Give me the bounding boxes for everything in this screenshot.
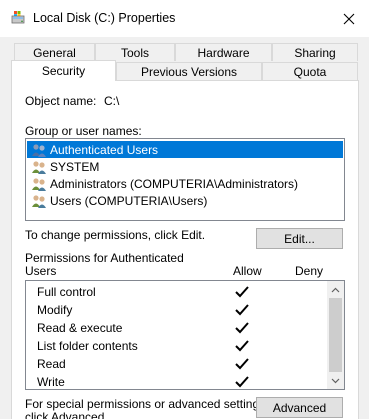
allow-check-icon	[234, 302, 250, 318]
permission-name: Full control	[37, 285, 96, 299]
permissions-list[interactable]: Full control Modify Read & execute List …	[25, 280, 345, 390]
allow-check-icon	[234, 320, 250, 336]
tab-sharing[interactable]: Sharing	[272, 43, 358, 61]
group-names-label: Group or user names:	[25, 124, 142, 138]
permission-row-read-execute: Read & execute	[26, 319, 328, 337]
chevron-down-icon	[331, 378, 340, 383]
allow-column-header: Allow	[233, 264, 262, 278]
list-item-system[interactable]: SYSTEM	[27, 158, 343, 175]
deny-column-header: Deny	[295, 264, 324, 278]
permission-name: Read & execute	[37, 321, 123, 335]
list-item-administrators[interactable]: Administrators (COMPUTERIA\Administrator…	[27, 175, 343, 192]
scroll-down-button[interactable]	[327, 372, 344, 389]
scroll-thumb[interactable]	[329, 298, 342, 372]
permission-name: Write	[37, 375, 65, 389]
special-permissions-line1: For special permissions or advanced sett…	[25, 397, 269, 411]
permissions-title-line1: Permissions for Authenticated	[25, 251, 184, 265]
window-title: Local Disk (C:) Properties	[33, 11, 176, 25]
close-icon	[343, 13, 355, 24]
permission-row-read: Read	[26, 355, 328, 373]
change-permissions-hint: To change permissions, click Edit.	[25, 228, 206, 242]
user-group-icon	[31, 142, 47, 158]
allow-check-icon	[234, 284, 250, 300]
drive-properties-icon	[11, 10, 27, 26]
object-name-label: Object name:	[25, 94, 97, 108]
user-group-icon	[31, 193, 47, 209]
group-user-list[interactable]: Authenticated Users SYSTEM Administrator…	[25, 138, 345, 221]
tab-quota[interactable]: Quota	[262, 62, 358, 80]
advanced-button[interactable]: Advanced	[256, 397, 343, 418]
permission-row-list-folder-contents: List folder contents	[26, 337, 328, 355]
special-permissions-line2: click Advanced.	[25, 410, 108, 419]
tab-general[interactable]: General	[14, 43, 95, 61]
permission-row-modify: Modify	[26, 301, 328, 319]
allow-check-icon	[234, 338, 250, 354]
chevron-up-icon	[331, 287, 340, 292]
list-item-label: Authenticated Users	[50, 142, 159, 157]
tab-tools[interactable]: Tools	[95, 43, 175, 61]
allow-check-icon	[234, 356, 250, 372]
scroll-up-button[interactable]	[327, 281, 344, 298]
tab-previous-versions[interactable]: Previous Versions	[116, 62, 262, 80]
list-item-authenticated-users[interactable]: Authenticated Users	[27, 141, 343, 158]
close-button[interactable]	[329, 0, 369, 37]
list-item-users[interactable]: Users (COMPUTERIA\Users)	[27, 192, 343, 209]
permission-name: Read	[37, 357, 66, 371]
tab-security[interactable]: Security	[11, 60, 116, 81]
security-panel: Object name: C:\ Group or user names: Au…	[11, 80, 359, 419]
user-group-icon	[31, 159, 47, 175]
permissions-scrollbar[interactable]	[327, 281, 344, 389]
permission-row-write: Write	[26, 373, 328, 389]
permission-row-full-control: Full control	[26, 283, 328, 301]
tab-hardware[interactable]: Hardware	[175, 43, 272, 61]
allow-check-icon	[234, 374, 250, 389]
permission-name: Modify	[37, 303, 73, 317]
list-item-label: SYSTEM	[50, 159, 100, 174]
object-name-value: C:\	[104, 94, 120, 108]
permissions-title-line2: Users	[25, 264, 57, 278]
user-group-icon	[31, 176, 47, 192]
list-item-label: Administrators (COMPUTERIA\Administrator…	[50, 176, 299, 191]
list-item-label: Users (COMPUTERIA\Users)	[50, 193, 208, 208]
edit-button[interactable]: Edit...	[256, 228, 343, 249]
title-bar: Local Disk (C:) Properties	[0, 0, 369, 37]
permission-name: List folder contents	[37, 339, 138, 353]
